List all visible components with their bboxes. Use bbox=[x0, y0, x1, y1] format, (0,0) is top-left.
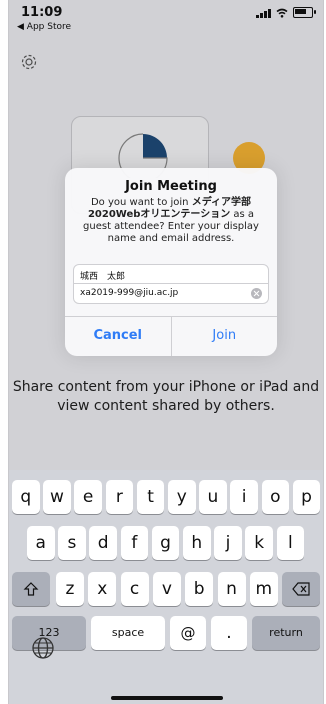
dot-key[interactable]: . bbox=[211, 616, 247, 650]
key-e[interactable]: e bbox=[74, 480, 102, 514]
message-prefix: Do you want to join bbox=[90, 197, 189, 208]
email-field[interactable]: xa2019-999@jiu.ac.jp bbox=[73, 284, 269, 304]
key-c[interactable]: c bbox=[120, 572, 149, 606]
key-g[interactable]: g bbox=[151, 526, 180, 560]
key-h[interactable]: h bbox=[183, 526, 211, 560]
keyboard-row-1: qwertyuiop bbox=[9, 480, 323, 514]
globe-icon[interactable] bbox=[31, 636, 55, 660]
key-t[interactable]: t bbox=[136, 480, 165, 514]
key-q[interactable]: q bbox=[12, 480, 40, 514]
key-r[interactable]: r bbox=[105, 480, 134, 514]
keyboard-row-4: 123 space @ . return bbox=[9, 616, 323, 650]
keyboard-row-3: zxcvbnm bbox=[9, 572, 323, 606]
keyboard-row-2: asdfghjkl bbox=[9, 526, 323, 560]
key-b[interactable]: b bbox=[185, 572, 214, 606]
join-meeting-dialog: Join Meeting Do you want to join メディア学部2… bbox=[65, 168, 277, 356]
key-o[interactable]: o bbox=[261, 480, 290, 514]
shift-key[interactable] bbox=[12, 572, 50, 606]
dialog-title: Join Meeting bbox=[125, 179, 217, 194]
app-screen: 11:09 ◀ App Store Share content from you… bbox=[8, 0, 324, 704]
key-a[interactable]: a bbox=[27, 526, 55, 560]
key-v[interactable]: v bbox=[152, 572, 181, 606]
keyboard: qwertyuiop asdfghjkl zxcvbnm 123 space @… bbox=[9, 470, 323, 704]
display-name-field[interactable]: 城西 太郎 bbox=[73, 264, 269, 284]
key-f[interactable]: f bbox=[120, 526, 149, 560]
key-l[interactable]: l bbox=[276, 526, 305, 560]
display-name-value: 城西 太郎 bbox=[80, 272, 126, 282]
email-value: xa2019-999@jiu.ac.jp bbox=[80, 288, 179, 298]
key-j[interactable]: j bbox=[214, 526, 242, 560]
key-z[interactable]: z bbox=[56, 572, 84, 606]
return-key[interactable]: return bbox=[252, 616, 320, 650]
key-x[interactable]: x bbox=[88, 572, 117, 606]
key-w[interactable]: w bbox=[43, 480, 71, 514]
dialog-message: Do you want to join メディア学部2020Webオリエンテーシ… bbox=[65, 194, 277, 245]
clear-icon[interactable] bbox=[251, 288, 262, 299]
key-u[interactable]: u bbox=[199, 480, 227, 514]
key-d[interactable]: d bbox=[89, 526, 117, 560]
backspace-icon bbox=[292, 582, 310, 596]
join-button[interactable]: Join bbox=[172, 317, 278, 356]
shift-icon bbox=[23, 582, 39, 596]
key-m[interactable]: m bbox=[249, 572, 278, 606]
cancel-button[interactable]: Cancel bbox=[65, 317, 172, 356]
backspace-key[interactable] bbox=[282, 572, 320, 606]
key-p[interactable]: p bbox=[292, 480, 321, 514]
at-key[interactable]: @ bbox=[170, 616, 206, 650]
key-n[interactable]: n bbox=[217, 572, 246, 606]
space-key[interactable]: space bbox=[91, 616, 165, 650]
key-i[interactable]: i bbox=[230, 480, 258, 514]
key-s[interactable]: s bbox=[58, 526, 86, 560]
key-y[interactable]: y bbox=[168, 480, 196, 514]
dialog-buttons: Cancel Join bbox=[65, 316, 277, 356]
home-indicator bbox=[111, 696, 223, 700]
key-k[interactable]: k bbox=[245, 526, 273, 560]
